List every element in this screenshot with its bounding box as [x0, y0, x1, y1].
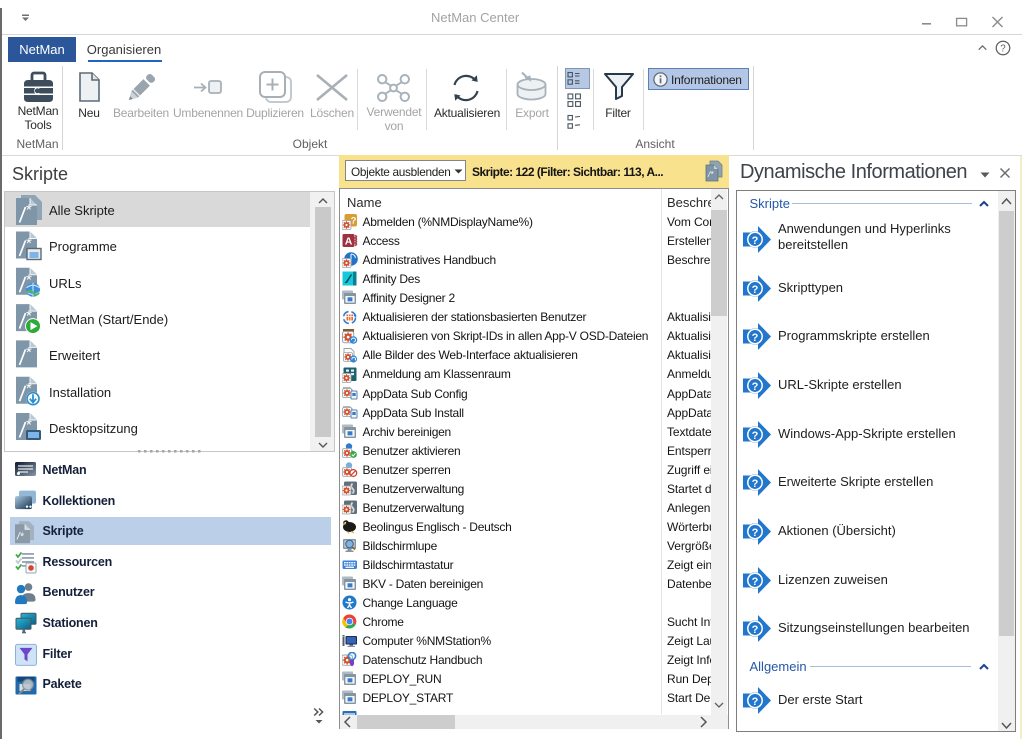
svg-text:/*: /* — [707, 170, 714, 179]
svg-text:?: ? — [1000, 44, 1006, 55]
svg-text:A: A — [344, 236, 352, 248]
svg-text:?: ? — [350, 216, 356, 227]
svg-text:/*: /* — [16, 531, 25, 542]
